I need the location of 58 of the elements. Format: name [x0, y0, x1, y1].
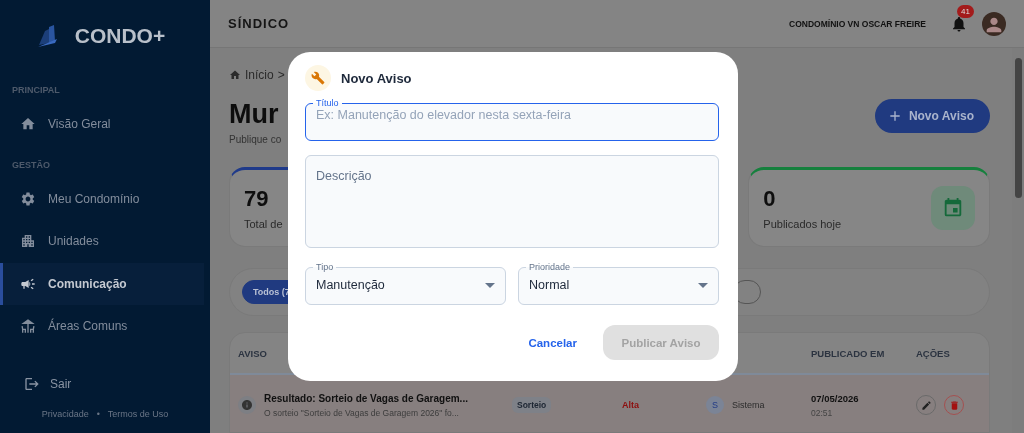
nav-item[interactable]: Unidades	[0, 220, 204, 263]
pavilion-icon	[20, 318, 36, 335]
home-icon	[229, 69, 241, 81]
cancel-button[interactable]: Cancelar	[528, 332, 577, 353]
stat-label: Publicados hoje	[763, 218, 841, 230]
publish-time: 02:51	[811, 407, 834, 418]
description-input[interactable]: Descrição	[316, 156, 708, 197]
logout-icon	[24, 376, 40, 393]
nav-item[interactable]: Comunicação	[0, 262, 204, 305]
breadcrumb-link[interactable]: Início	[245, 68, 274, 82]
pencil-icon	[920, 399, 932, 411]
trash-icon	[948, 399, 960, 411]
column-header: AVISO	[237, 347, 268, 359]
priority-label: Alta	[622, 400, 639, 410]
calendar-icon	[931, 186, 975, 230]
logout-link[interactable]: Sair	[0, 347, 210, 403]
author-avatar: S	[706, 396, 724, 414]
select-field[interactable]: Tipo Manutenção	[305, 262, 506, 305]
nav-item[interactable]: Visão Geral	[0, 103, 204, 146]
condo-name: CONDOMÍNIO VN OSCAR FREIRE	[789, 18, 926, 29]
type-tag: Sorteio	[512, 397, 552, 413]
notification-count: 41	[957, 4, 974, 18]
new-notice-button[interactable]: Novo Aviso	[874, 99, 990, 133]
section-label: GESTÃO	[11, 158, 51, 172]
dialog-title: Novo Aviso	[341, 70, 412, 86]
page-subtitle: Publique co	[229, 134, 282, 145]
settings-icon	[20, 190, 36, 207]
breadcrumb-separator: >	[277, 68, 285, 82]
footer-link[interactable]: Termos de Uso	[107, 409, 169, 419]
role-title: SÍNDICO	[228, 16, 290, 31]
footer-link[interactable]: Privacidade	[41, 409, 89, 419]
page-title: Mur	[229, 99, 280, 130]
info-icon	[238, 396, 256, 414]
notice-title: Resultado: Sorteio de Vagas de Garagem...	[264, 392, 468, 404]
column-header: AÇÕES	[915, 347, 951, 359]
description-field[interactable]: Descrição	[305, 155, 719, 248]
table-row[interactable]: Resultado: Sorteio de Vagas de Garagem... O sorteio "Sorteio de Vagas de Garagem 2026" fo... Sorteio Alta S Sistema 07/05/2026 02:51	[230, 375, 989, 432]
nav-item[interactable]: Meu Condomínio	[0, 177, 204, 221]
nav-item[interactable]: Áreas Comuns	[0, 305, 204, 348]
building-icon	[20, 233, 36, 250]
title-field[interactable]: Título Ex: Manutenção do elevador nesta sexta-feira	[305, 98, 719, 141]
select-field[interactable]: Prioridade Normal	[518, 262, 719, 305]
separator-dot: •	[96, 409, 100, 419]
stat-label: Total de	[244, 218, 283, 230]
section-label: PRINCIPAL	[11, 84, 61, 98]
notice-excerpt: O sorteio "Sorteio de Vagas de Garagem 2026" fo...	[264, 407, 460, 418]
publish-date: 07/05/2026	[811, 392, 859, 404]
wrench-icon	[305, 65, 331, 91]
caret-icon	[698, 282, 708, 288]
stat-value: 0	[763, 186, 777, 212]
title-input[interactable]: Ex: Manutenção do elevador nesta sexta-feira	[316, 108, 708, 122]
stat-value: 79	[244, 186, 270, 212]
author-name: Sistema	[732, 400, 765, 410]
bell-icon[interactable]	[950, 14, 968, 33]
caret-icon	[485, 282, 495, 288]
user-avatar[interactable]	[982, 11, 1006, 36]
column-header: PUBLICADO EM	[810, 347, 886, 359]
app-logo: CONDO+	[74, 23, 166, 48]
